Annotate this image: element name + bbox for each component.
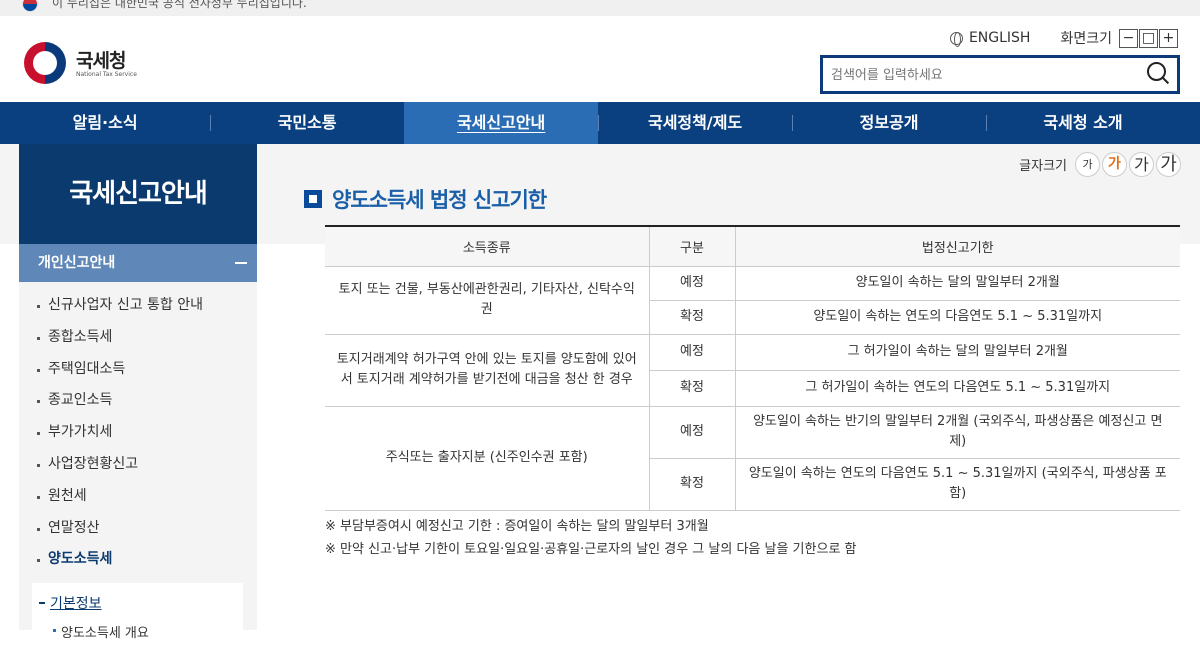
gnb-item-communication[interactable]: 국민소통 [210,102,404,144]
deadline-cell: 양도일이 속하는 반기의 말일부터 2개월 (국외주식, 파생상품은 예정신고 … [734,406,1180,459]
table-row: 토지거래계약 허가구역 안에 있는 토지를 양도함에 있어서 토지거래 계약허가… [325,334,1180,407]
side-nav-item[interactable]: 부가가치세 [19,417,257,449]
submenu-label: 기본정보 [50,596,102,613]
logo-name: 국세청 [76,50,126,72]
note-item: ※ 만약 신고·납부 기한이 토요일·일요일·공휴일·근로자의 날인 경우 그 … [325,542,857,557]
taegeuk-flag-icon [22,0,38,12]
page-title: 양도소득세 법정 신고기한 [304,184,547,214]
kind-cell: 예정 [648,334,735,371]
gov-banner: 이 누리집은 대한민국 공식 전자정부 누리집입니다. [0,0,1200,16]
deadline-cell: 그 허가일이 속하는 연도의 다음연도 5.1 ~ 5.31일까지 [734,370,1180,407]
font-size-large-button[interactable]: 가 [1129,151,1154,177]
nts-logo[interactable]: 국세청 National Tax Service [24,40,144,86]
gnb-item-disclosure[interactable]: 정보공개 [792,102,986,144]
kind-cell: 확정 [648,458,735,511]
zoom-in-button[interactable]: + [1159,28,1178,48]
gnb-item-about[interactable]: 국세청 소개 [986,102,1180,144]
note-item: ※ 부담부증여시 예정신고 기한 : 증여일이 속하는 달의 말일부터 3개월 [325,519,709,534]
search-icon[interactable] [1147,62,1169,86]
kind-cell: 확정 [648,300,735,335]
side-nav-item-label: 종교인소득 [48,392,113,409]
table-header: 구분 [648,225,735,267]
search-input[interactable] [831,65,1131,85]
side-nav-item-active[interactable]: 양도소득세 [19,544,257,576]
side-navigation: 국세신고안내 개인신고안내 신규사업자 신고 통합 안내 종합소득세 주택임대소… [19,144,257,653]
gnb-item-tax-policy[interactable]: 국세정책/제도 [598,102,792,144]
font-size-control: 글자크기 가 가 가 가 [1019,151,1181,177]
income-type-cell: 토지거래계약 허가구역 안에 있는 토지를 양도함에 있어서 토지거래 계약허가… [325,334,649,407]
side-nav-category-label: 개인신고안내 [38,255,116,271]
side-nav-category[interactable]: 개인신고안내 [19,244,257,282]
side-nav-item-label: 연말정산 [48,519,100,536]
income-type-cell: 토지 또는 건물, 부동산에관한권리, 기타자산, 신탁수익권 [325,266,649,335]
submenu-overview[interactable]: 양도소득세 개요 [32,622,243,641]
zoom-reset-button[interactable]: □ [1139,28,1158,48]
logo-subtitle: National Tax Service [76,71,137,78]
side-nav-item[interactable]: 종합소득세 [19,322,257,354]
gnb-label: 국민소통 [277,113,337,132]
english-link[interactable]: ENGLISH [969,30,1031,46]
main-navigation: 알림·소식 국민소통 국세신고안내 국세정책/제도 정보공개 국세청 소개 [0,102,1200,144]
font-size-default-button[interactable]: 가 [1102,151,1127,177]
table-row: 주식또는 출자지분 (신주인수권 포함) 예정 양도일이 속하는 반기의 말일부… [325,406,1180,511]
page-title-text: 양도소득세 법정 신고기한 [332,188,547,212]
table-row: 토지 또는 건물, 부동산에관한권리, 기타자산, 신탁수익권 예정 양도일이 … [325,266,1180,335]
side-nav-submenu: 기본정보 양도소득세 개요 [32,583,243,653]
nts-emblem-icon [24,42,66,84]
side-nav-item-label: 사업장현황신고 [48,455,139,472]
zoom-out-button[interactable]: − [1119,28,1138,48]
gnb-label: 정보공개 [859,113,919,132]
side-nav-item[interactable]: 신규사업자 신고 통합 안내 [19,290,257,322]
deadline-cell: 양도일이 속하는 연도의 다음연도 5.1 ~ 5.31일까지 [734,300,1180,335]
gnb-label: 국세정책/제도 [647,113,743,132]
gnb-label: 알림·소식 [72,113,138,132]
side-nav-item-label: 신규사업자 신고 통합 안내 [48,297,204,313]
side-nav-item-label: 주택임대소득 [48,360,126,377]
side-nav-item-label: 양도소득세 [48,551,113,568]
collapse-icon [235,262,247,264]
screen-zoom-label: 화면크기 [1060,31,1112,47]
table-header: 법정신고기한 [734,225,1180,267]
income-type-cell: 주식또는 출자지분 (신주인수권 포함) [325,406,649,511]
deadline-cell: 양도일이 속하는 연도의 다음연도 5.1 ~ 5.31일까지 (국외주식, 파… [734,458,1180,511]
gnb-label: 국세신고안내 [456,113,546,132]
side-nav-item-label: 원천세 [48,487,87,504]
side-nav-menu: 신규사업자 신고 통합 안내 종합소득세 주택임대소득 종교인소득 부가가치세 … [19,282,257,576]
kind-cell: 확정 [648,370,735,407]
gnb-item-news[interactable]: 알림·소식 [0,102,210,144]
side-nav-title: 국세신고안내 [19,144,257,244]
gnb-label: 국세청 소개 [1043,113,1123,132]
deadline-table: 소득종류 구분 법정신고기한 토지 또는 건물, 부동산에관한권리, 기타자산,… [325,225,1180,511]
submenu-label: 양도소득세 개요 [61,626,149,642]
deadline-cell: 그 허가일이 속하는 달의 말일부터 2개월 [734,334,1180,371]
kind-cell: 예정 [648,406,735,459]
side-nav-item[interactable]: 주택임대소득 [19,354,257,386]
table-header: 소득종류 [325,225,649,267]
side-nav-item[interactable]: 연말정산 [19,513,257,545]
font-size-xlarge-button[interactable]: 가 [1156,151,1181,177]
gov-banner-text: 이 누리집은 대한민국 공식 전자정부 누리집입니다. [52,0,307,10]
side-nav-item[interactable]: 사업장현황신고 [19,449,257,481]
table-header-row: 소득종류 구분 법정신고기한 [325,225,1180,267]
notes: ※ 부담부증여시 예정신고 기한 : 증여일이 속하는 달의 말일부터 3개월 … [325,515,857,561]
deadline-cell: 양도일이 속하는 달의 말일부터 2개월 [734,266,1180,301]
side-nav-item[interactable]: 원천세 [19,481,257,513]
side-nav-item-label: 부가가치세 [48,424,113,441]
font-size-small-button[interactable]: 가 [1075,151,1100,177]
submenu-basic-info[interactable]: 기본정보 [32,593,243,613]
side-nav-item-label: 종합소득세 [48,328,113,345]
utility-bar: ENGLISH 화면크기 − □ + [949,28,1178,48]
globe-icon [949,31,963,47]
font-size-label: 글자크기 [1019,158,1067,174]
gnb-item-tax-filing[interactable]: 국세신고안내 [404,102,599,144]
kind-cell: 예정 [648,266,735,301]
site-header: 국세청 National Tax Service ENGLISH 화면크기 − … [0,16,1200,102]
title-bullet-icon [304,190,322,208]
side-nav-item[interactable]: 종교인소득 [19,385,257,417]
search-box [820,55,1180,94]
